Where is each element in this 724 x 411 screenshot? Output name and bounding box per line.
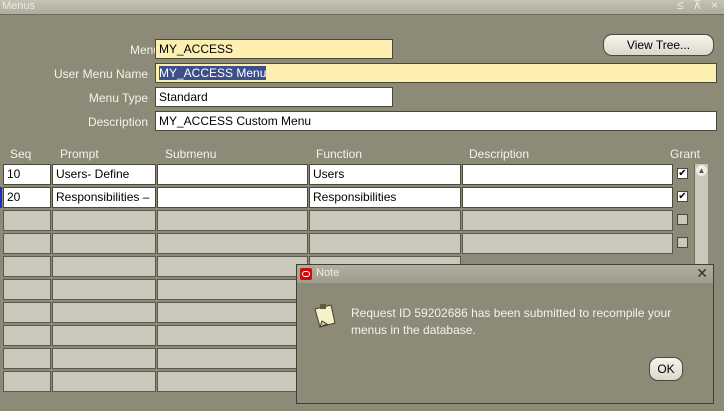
- seq-cell[interactable]: [3, 371, 51, 392]
- function-cell[interactable]: Responsibilities: [309, 187, 461, 208]
- seq-cell[interactable]: [3, 325, 51, 346]
- description-field[interactable]: MY_ACCESS Custom Menu: [155, 111, 717, 131]
- prompt-cell[interactable]: [52, 256, 156, 277]
- grant-checkbox[interactable]: ✔: [677, 191, 688, 202]
- note-dialog: Note ✕ Request ID 59202686 has been subm…: [296, 264, 714, 404]
- submenu-cell[interactable]: [157, 279, 308, 300]
- note-message: Request ID 59202686 has been submitted t…: [351, 306, 672, 337]
- prompt-cell[interactable]: [52, 348, 156, 369]
- seq-cell[interactable]: [3, 210, 51, 231]
- description-cell[interactable]: [462, 164, 673, 185]
- scroll-up-icon[interactable]: ▲: [696, 165, 707, 176]
- description-cell[interactable]: [462, 233, 673, 254]
- submenu-cell[interactable]: [157, 348, 308, 369]
- seq-cell[interactable]: [3, 256, 51, 277]
- current-row-indicator: [0, 187, 2, 208]
- grant-checkbox[interactable]: ✔: [677, 168, 688, 179]
- description-cell[interactable]: [462, 187, 673, 208]
- window-title: Menus: [2, 0, 36, 12]
- menu-type-field[interactable]: Standard: [155, 87, 393, 107]
- submenu-cell[interactable]: [157, 256, 308, 277]
- seq-cell[interactable]: [3, 348, 51, 369]
- window-titlebar: Menus ≤ ⊼ ×: [0, 0, 724, 15]
- submenu-cell[interactable]: [157, 210, 308, 231]
- dialog-close-icon[interactable]: ✕: [696, 265, 708, 282]
- function-cell[interactable]: Users: [309, 164, 461, 185]
- prompt-cell[interactable]: [52, 210, 156, 231]
- col-header-grant: Grant: [670, 147, 701, 161]
- seq-cell[interactable]: [3, 302, 51, 323]
- col-header-seq: Seq: [10, 147, 32, 161]
- col-header-function: Function: [316, 147, 363, 161]
- menu-field[interactable]: MY_ACCESS: [155, 39, 393, 59]
- ok-button[interactable]: OK: [649, 357, 683, 381]
- prompt-cell[interactable]: Users- Define: [52, 164, 156, 185]
- submenu-cell[interactable]: [157, 325, 308, 346]
- col-header-description: Description: [469, 147, 530, 161]
- prompt-cell[interactable]: [52, 233, 156, 254]
- grant-checkbox[interactable]: [677, 214, 688, 225]
- menu-type-label: Menu Type: [88, 91, 148, 105]
- note-dialog-title: Note: [316, 267, 340, 279]
- prompt-cell[interactable]: [52, 325, 156, 346]
- function-cell[interactable]: [309, 210, 461, 231]
- description-label: Description: [87, 115, 148, 129]
- grant-checkbox[interactable]: [677, 237, 688, 248]
- submenu-cell[interactable]: [157, 164, 308, 185]
- user-menu-name-field[interactable]: MY_ACCESS Menu: [155, 63, 717, 83]
- col-header-prompt: Prompt: [60, 147, 99, 161]
- prompt-cell[interactable]: Responsibilities –: [52, 187, 156, 208]
- view-tree-button[interactable]: View Tree...: [603, 34, 714, 56]
- user-menu-name-value: MY_ACCESS Menu: [159, 66, 267, 80]
- prompt-cell[interactable]: [52, 302, 156, 323]
- seq-cell[interactable]: 20: [3, 187, 51, 208]
- submenu-cell[interactable]: [157, 187, 308, 208]
- col-header-submenu: Submenu: [165, 147, 217, 161]
- seq-cell[interactable]: 10: [3, 164, 51, 185]
- submenu-cell[interactable]: [157, 371, 308, 392]
- prompt-cell[interactable]: [52, 371, 156, 392]
- function-cell[interactable]: [309, 233, 461, 254]
- submenu-cell[interactable]: [157, 302, 308, 323]
- submenu-cell[interactable]: [157, 233, 308, 254]
- oracle-logo-icon: [300, 268, 312, 280]
- prompt-cell[interactable]: [52, 279, 156, 300]
- menu-label: Menu: [129, 43, 160, 57]
- seq-cell[interactable]: [3, 279, 51, 300]
- window-controls-icon[interactable]: ≤ ⊼ ×: [677, 0, 721, 12]
- note-dialog-titlebar: Note ✕: [297, 265, 713, 283]
- description-cell[interactable]: [462, 210, 673, 231]
- seq-cell[interactable]: [3, 233, 51, 254]
- note-icon: [314, 304, 336, 328]
- user-menu-name-label: User Menu Name: [53, 67, 148, 81]
